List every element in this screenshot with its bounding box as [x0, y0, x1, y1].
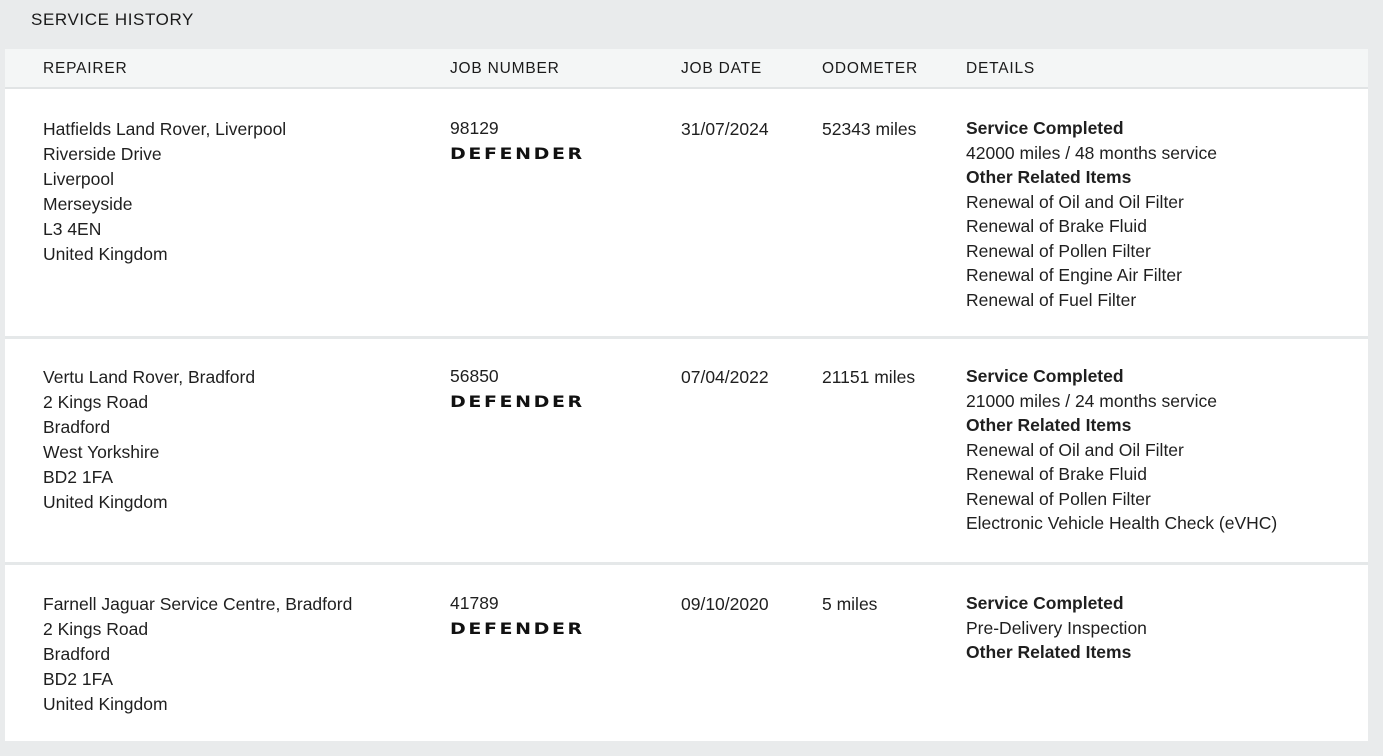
- address-line: Riverside Drive: [43, 144, 162, 164]
- details-cell: Service Completed Pre-Delivery Inspectio…: [966, 591, 1147, 665]
- address-line: West Yorkshire: [43, 442, 160, 462]
- address-line: United Kingdom: [43, 694, 168, 714]
- details-heading: Other Related Items: [966, 642, 1132, 662]
- column-header-repairer: REPAIRER: [43, 60, 128, 77]
- defender-logo: DEFENDER: [450, 619, 585, 638]
- address-line: 2 Kings Road: [43, 392, 149, 412]
- odometer: 52343 miles: [822, 119, 917, 139]
- related-item: Renewal of Oil and Oil Filter: [966, 191, 1184, 212]
- service-history-table: REPAIRER JOB NUMBER JOB DATE ODOMETER DE…: [5, 49, 1368, 741]
- related-item: Renewal of Brake Fluid: [966, 216, 1147, 236]
- odometer: 5 miles: [822, 594, 878, 614]
- column-header-job-date: JOB DATE: [681, 60, 763, 77]
- job-number: 41789: [450, 593, 499, 613]
- table-row: Vertu Land Rover, Bradford 2 Kings Road …: [5, 339, 1368, 565]
- job-number-cell: 56850 DEFENDER: [450, 364, 585, 417]
- details-heading: Other Related Items: [966, 167, 1132, 187]
- section-title: SERVICE HISTORY: [31, 10, 194, 29]
- job-date: 07/04/2022: [681, 367, 769, 387]
- service-description: 42000 miles / 48 months service: [966, 142, 1217, 163]
- related-item: Renewal of Pollen Filter: [966, 488, 1151, 509]
- column-header-job-number: JOB NUMBER: [450, 60, 560, 77]
- repairer-name: Vertu Land Rover, Bradford: [43, 367, 256, 387]
- address-line: Liverpool: [43, 169, 115, 189]
- address-line: 2 Kings Road: [43, 619, 149, 639]
- details-heading: Service Completed: [966, 366, 1124, 386]
- details-heading: Other Related Items: [966, 415, 1132, 435]
- details-heading: Service Completed: [966, 593, 1124, 613]
- odometer: 21151 miles: [822, 367, 916, 387]
- details-cell: Service Completed 42000 miles / 48 month…: [966, 116, 1217, 312]
- address-line: United Kingdom: [43, 244, 168, 264]
- job-date: 31/07/2024: [681, 119, 769, 139]
- details-cell: Service Completed 21000 miles / 24 month…: [966, 364, 1277, 536]
- address-line: BD2 1FA: [43, 669, 114, 689]
- column-header-details: DETAILS: [966, 60, 1036, 77]
- related-item: Renewal of Brake Fluid: [966, 464, 1147, 484]
- repairer-name: Hatfields Land Rover, Liverpool: [43, 119, 287, 139]
- job-number-cell: 98129 DEFENDER: [450, 116, 585, 169]
- defender-logo: DEFENDER: [450, 392, 585, 411]
- related-item: Renewal of Engine Air Filter: [966, 265, 1182, 285]
- service-description: 21000 miles / 24 months service: [966, 390, 1217, 411]
- service-description: Pre-Delivery Inspection: [966, 617, 1147, 638]
- column-header-odometer: ODOMETER: [822, 60, 918, 77]
- table-header: REPAIRER JOB NUMBER JOB DATE ODOMETER DE…: [5, 49, 1368, 89]
- related-item: Renewal of Pollen Filter: [966, 240, 1151, 261]
- repairer-address: Vertu Land Rover, Bradford 2 Kings Road …: [43, 365, 255, 515]
- address-line: Bradford: [43, 644, 111, 664]
- job-number: 56850: [450, 366, 499, 386]
- address-line: Merseyside: [43, 194, 133, 214]
- repairer-address: Hatfields Land Rover, Liverpool Riversid…: [43, 117, 286, 267]
- address-line: Bradford: [43, 417, 111, 437]
- table-row: Hatfields Land Rover, Liverpool Riversid…: [5, 89, 1368, 339]
- repairer-address: Farnell Jaguar Service Centre, Bradford …: [43, 592, 352, 717]
- job-date: 09/10/2020: [681, 594, 769, 614]
- related-item: Electronic Vehicle Health Check (eVHC): [966, 513, 1278, 533]
- related-item: Renewal of Fuel Filter: [966, 289, 1137, 310]
- address-line: L3 4EN: [43, 219, 102, 239]
- related-item: Renewal of Oil and Oil Filter: [966, 439, 1184, 460]
- job-number-cell: 41789 DEFENDER: [450, 591, 585, 644]
- address-line: BD2 1FA: [43, 467, 114, 487]
- table-row: Farnell Jaguar Service Centre, Bradford …: [5, 565, 1368, 741]
- job-number: 98129: [450, 118, 499, 138]
- details-heading: Service Completed: [966, 118, 1124, 138]
- repairer-name: Farnell Jaguar Service Centre, Bradford: [43, 594, 353, 614]
- defender-logo: DEFENDER: [450, 144, 585, 163]
- address-line: United Kingdom: [43, 492, 168, 512]
